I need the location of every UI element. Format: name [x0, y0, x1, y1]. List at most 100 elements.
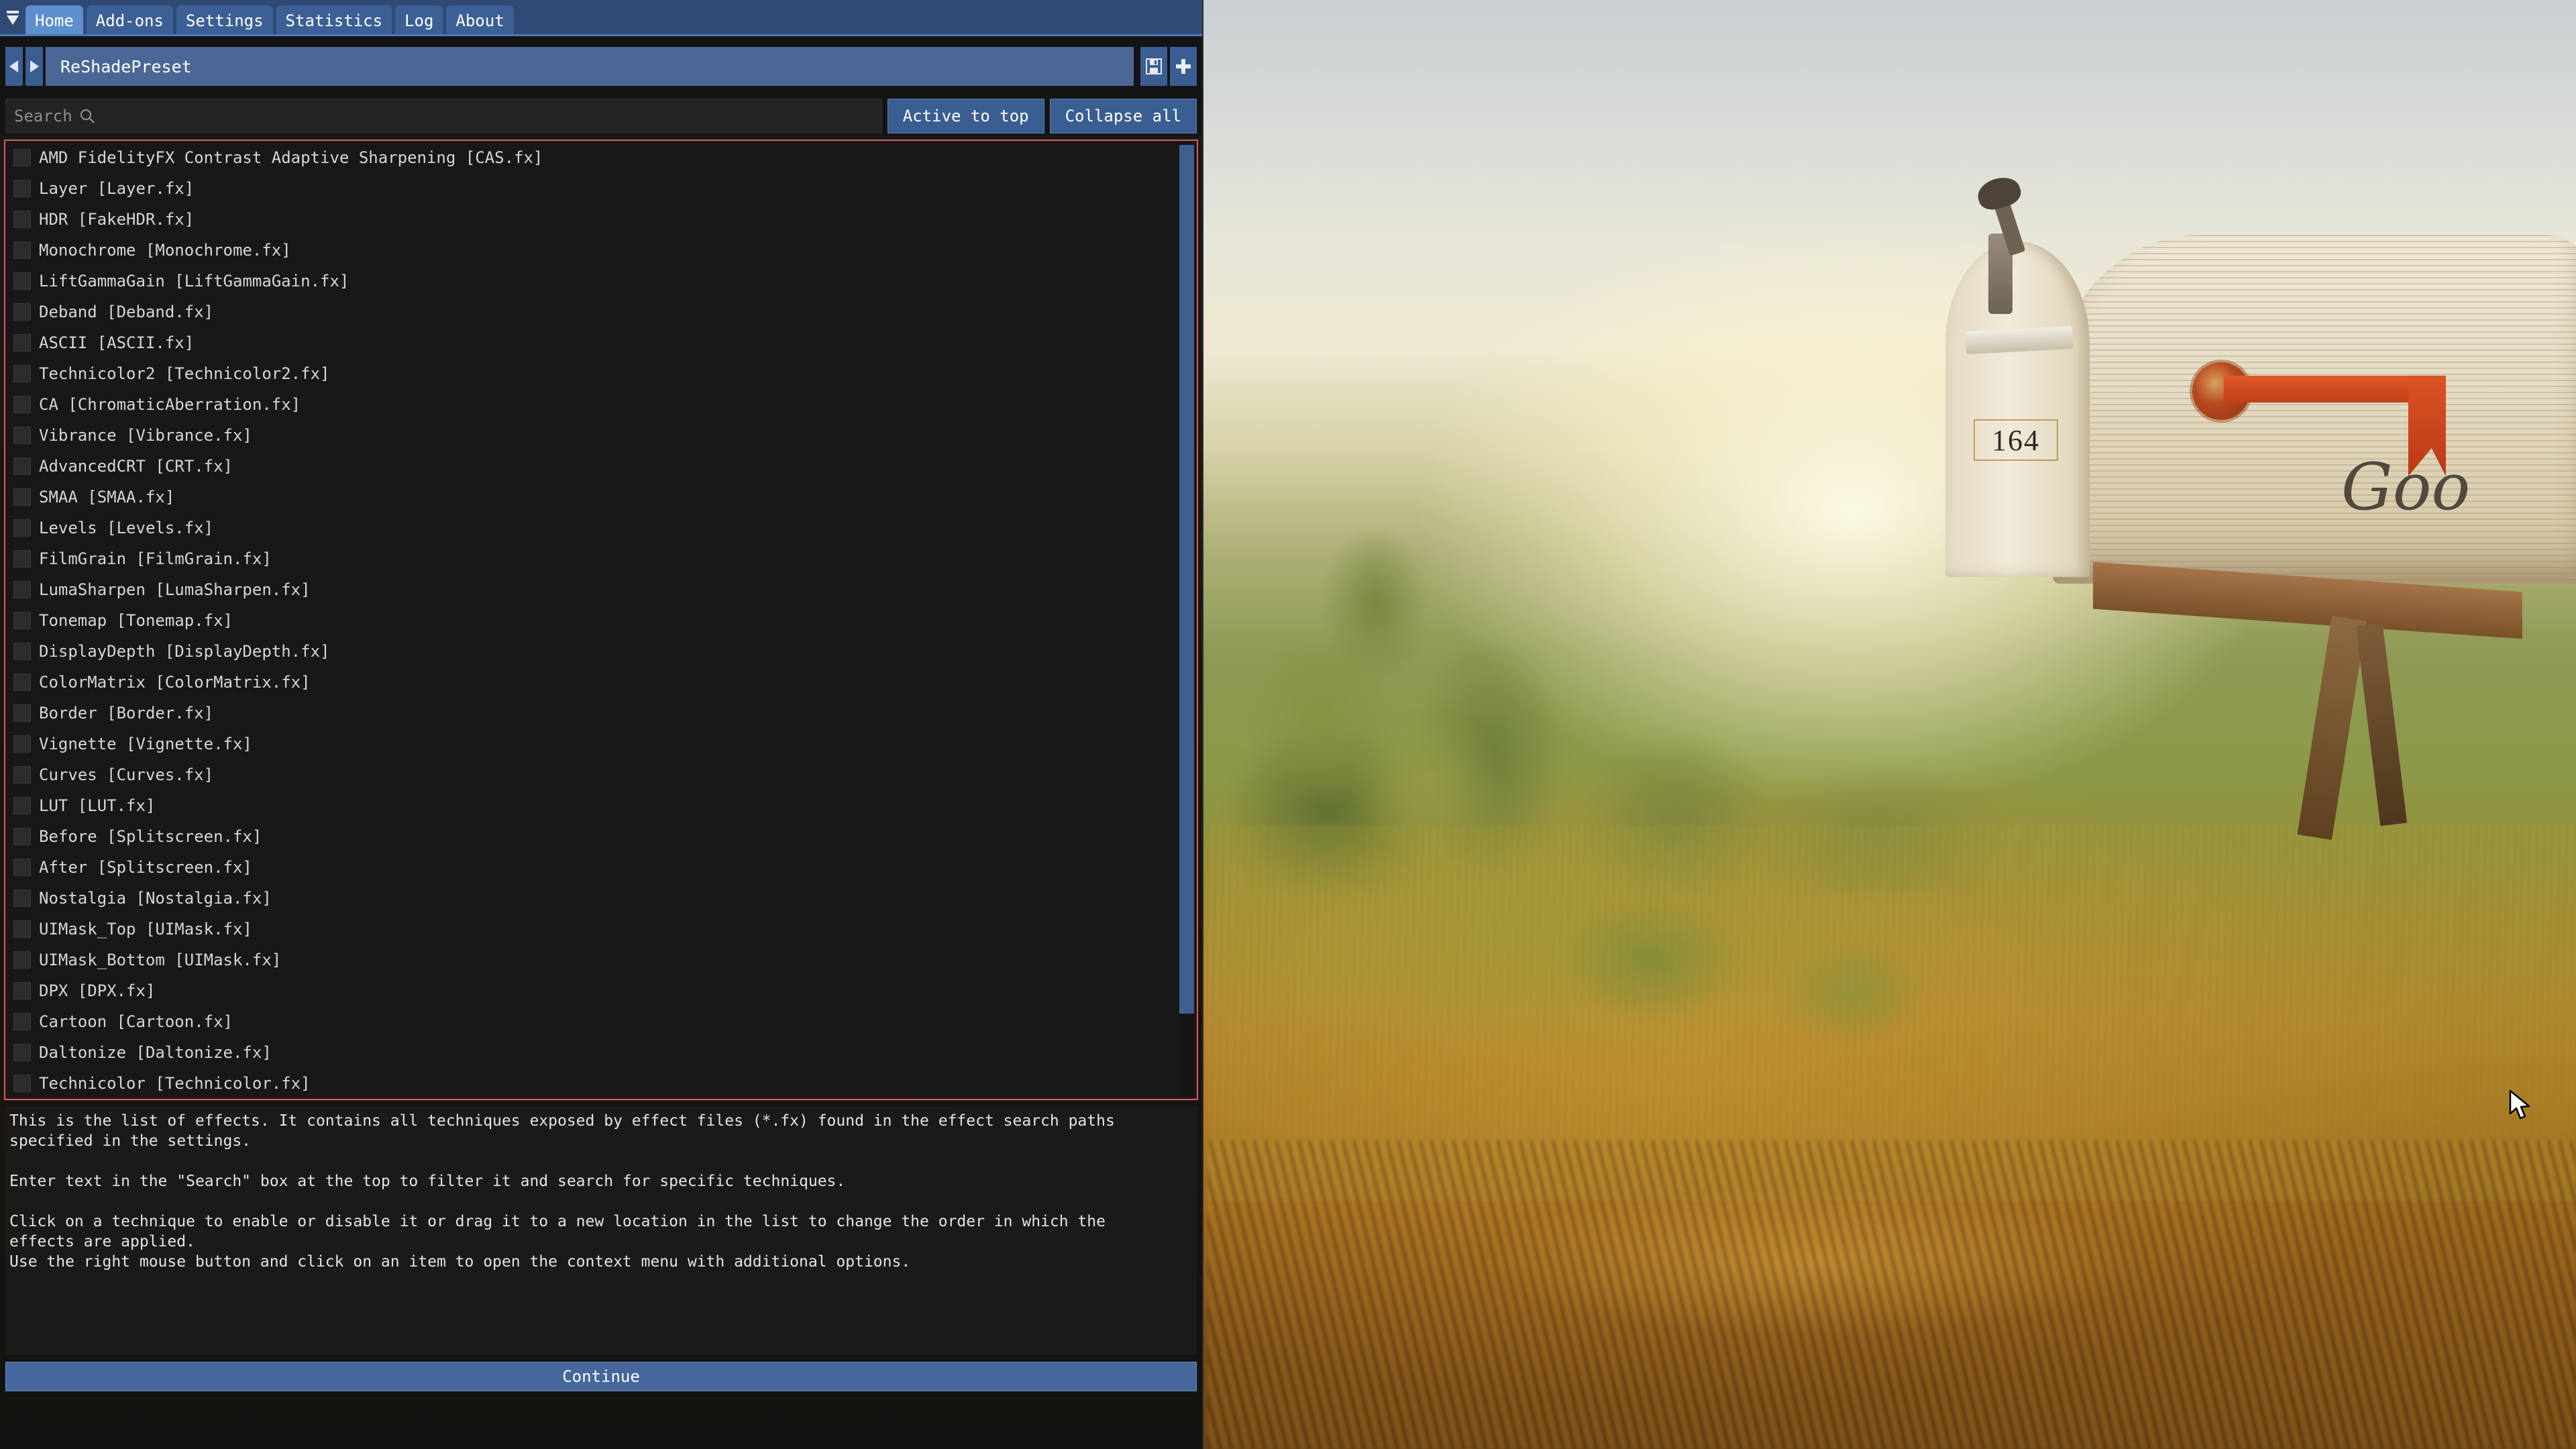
effect-checkbox[interactable]: [13, 797, 31, 814]
effect-row[interactable]: Monochrome [Monochrome.fx]: [7, 235, 1177, 266]
effect-checkbox[interactable]: [13, 241, 31, 259]
effect-row[interactable]: Daltonize [Daltonize.fx]: [7, 1037, 1177, 1068]
effect-row[interactable]: ASCII [ASCII.fx]: [7, 327, 1177, 358]
mailbox-post-leg-2: [2355, 623, 2408, 826]
tab-statistics[interactable]: Statistics: [276, 5, 392, 36]
effect-row[interactable]: Technicolor [Technicolor.fx]: [7, 1068, 1177, 1097]
effect-row[interactable]: DPX [DPX.fx]: [7, 975, 1177, 1006]
effect-checkbox[interactable]: [13, 859, 31, 876]
effect-label: Vibrance [Vibrance.fx]: [39, 426, 252, 445]
effect-checkbox[interactable]: [13, 1013, 31, 1030]
effect-row[interactable]: Technicolor2 [Technicolor2.fx]: [7, 358, 1177, 389]
continue-button[interactable]: Continue: [5, 1362, 1197, 1391]
effect-row[interactable]: DisplayDepth [DisplayDepth.fx]: [7, 636, 1177, 667]
effect-checkbox[interactable]: [13, 674, 31, 691]
effect-row[interactable]: Curves [Curves.fx]: [7, 759, 1177, 790]
active-to-top-button[interactable]: Active to top: [887, 99, 1044, 133]
effect-row[interactable]: SMAA [SMAA.fx]: [7, 482, 1177, 513]
effect-row[interactable]: UIMask_Bottom [UIMask.fx]: [7, 945, 1177, 975]
effect-checkbox[interactable]: [13, 766, 31, 784]
effect-row[interactable]: Nostalgia [Nostalgia.fx]: [7, 883, 1177, 914]
effect-checkbox[interactable]: [13, 951, 31, 969]
effects-list-panel: AMD FidelityFX Contrast Adaptive Sharpen…: [4, 140, 1198, 1100]
effect-row[interactable]: Vibrance [Vibrance.fx]: [7, 420, 1177, 451]
effect-label: Before [Splitscreen.fx]: [39, 827, 262, 846]
effect-row[interactable]: Border [Border.fx]: [7, 698, 1177, 729]
effect-row[interactable]: LumaSharpen [LumaSharpen.fx]: [7, 574, 1177, 605]
effect-label: Technicolor2 [Technicolor2.fx]: [39, 364, 330, 383]
effect-checkbox[interactable]: [13, 427, 31, 444]
help-spacer-1: [9, 1151, 1194, 1171]
search-input[interactable]: Search: [5, 99, 882, 133]
effect-label: Technicolor [Technicolor.fx]: [39, 1074, 311, 1093]
effect-label: AMD FidelityFX Contrast Adaptive Sharpen…: [39, 148, 543, 167]
effects-list-scroll-thumb[interactable]: [1179, 145, 1194, 1014]
effect-checkbox[interactable]: [13, 920, 31, 938]
effect-checkbox[interactable]: [13, 1075, 31, 1092]
effect-checkbox[interactable]: [13, 303, 31, 321]
effect-row[interactable]: Deband [Deband.fx]: [7, 297, 1177, 327]
effect-label: Cartoon [Cartoon.fx]: [39, 1012, 233, 1031]
effect-row[interactable]: Tonemap [Tonemap.fx]: [7, 605, 1177, 636]
effect-row[interactable]: CA [ChromaticAberration.fx]: [7, 389, 1177, 420]
effect-row[interactable]: Cartoon [Cartoon.fx]: [7, 1006, 1177, 1037]
effect-checkbox[interactable]: [13, 396, 31, 413]
effect-checkbox[interactable]: [13, 519, 31, 537]
plus-icon[interactable]: [1170, 47, 1197, 86]
effect-row[interactable]: Layer [Layer.fx]: [7, 173, 1177, 204]
tab-settings[interactable]: Settings: [176, 5, 273, 36]
effect-label: Monochrome [Monochrome.fx]: [39, 241, 291, 260]
effect-checkbox[interactable]: [13, 149, 31, 166]
triangle-right-icon[interactable]: [25, 47, 43, 86]
effect-checkbox[interactable]: [13, 272, 31, 290]
tab-about[interactable]: About: [446, 5, 514, 36]
effect-row[interactable]: HDR [FakeHDR.fx]: [7, 204, 1177, 235]
effect-checkbox[interactable]: [13, 982, 31, 1000]
effect-checkbox[interactable]: [13, 550, 31, 568]
triangle-left-icon[interactable]: [5, 47, 23, 86]
effect-checkbox[interactable]: [13, 488, 31, 506]
effect-checkbox[interactable]: [13, 334, 31, 352]
effect-checkbox[interactable]: [13, 581, 31, 598]
effect-label: Deband [Deband.fx]: [39, 303, 214, 321]
effect-row[interactable]: Levels [Levels.fx]: [7, 513, 1177, 543]
effect-checkbox[interactable]: [13, 1044, 31, 1061]
effect-row[interactable]: AMD FidelityFX Contrast Adaptive Sharpen…: [7, 142, 1177, 173]
tab-home-label: Home: [35, 11, 74, 30]
tab-add-ons[interactable]: Add-ons: [86, 5, 173, 36]
effect-label: Border [Border.fx]: [39, 704, 214, 722]
effect-checkbox[interactable]: [13, 890, 31, 907]
floppy-save-icon[interactable]: [1140, 47, 1167, 86]
effects-list-scrollbar[interactable]: [1179, 144, 1194, 1096]
collapse-down-icon[interactable]: [0, 0, 25, 36]
effect-checkbox[interactable]: [13, 612, 31, 629]
tab-home[interactable]: Home: [25, 5, 83, 36]
effect-row[interactable]: Vignette [Vignette.fx]: [7, 729, 1177, 759]
effect-row[interactable]: LUT [LUT.fx]: [7, 790, 1177, 821]
effect-checkbox[interactable]: [13, 180, 31, 197]
collapse-all-button[interactable]: Collapse all: [1049, 99, 1197, 133]
effect-row[interactable]: UIMask_Top [UIMask.fx]: [7, 914, 1177, 945]
effect-checkbox[interactable]: [13, 365, 31, 382]
effect-row[interactable]: After [Splitscreen.fx]: [7, 852, 1177, 883]
effect-checkbox[interactable]: [13, 735, 31, 753]
mouse-cursor: [2509, 1089, 2530, 1120]
effect-label: CA [ChromaticAberration.fx]: [39, 395, 301, 414]
effect-checkbox[interactable]: [13, 211, 31, 228]
effect-checkbox[interactable]: [13, 704, 31, 722]
effect-row[interactable]: FilmGrain [FilmGrain.fx]: [7, 543, 1177, 574]
effect-row[interactable]: ColorMatrix [ColorMatrix.fx]: [7, 667, 1177, 698]
effect-label: UIMask_Bottom [UIMask.fx]: [39, 951, 282, 969]
effect-checkbox[interactable]: [13, 828, 31, 845]
effect-row[interactable]: LiftGammaGain [LiftGammaGain.fx]: [7, 266, 1177, 297]
effect-checkbox[interactable]: [13, 458, 31, 475]
effect-checkbox[interactable]: [13, 643, 31, 660]
mailbox-number-plate: 164: [1974, 419, 2058, 461]
tab-log[interactable]: Log: [395, 5, 443, 36]
help-paragraph-1: This is the list of effects. It contains…: [9, 1112, 1115, 1150]
background-bush: [1476, 825, 2080, 1107]
preset-path-input[interactable]: ReShadePreset: [46, 47, 1134, 86]
effect-row[interactable]: Before [Splitscreen.fx]: [7, 821, 1177, 852]
effects-list[interactable]: AMD FidelityFX Contrast Adaptive Sharpen…: [7, 142, 1177, 1097]
effect-row[interactable]: AdvancedCRT [CRT.fx]: [7, 451, 1177, 482]
